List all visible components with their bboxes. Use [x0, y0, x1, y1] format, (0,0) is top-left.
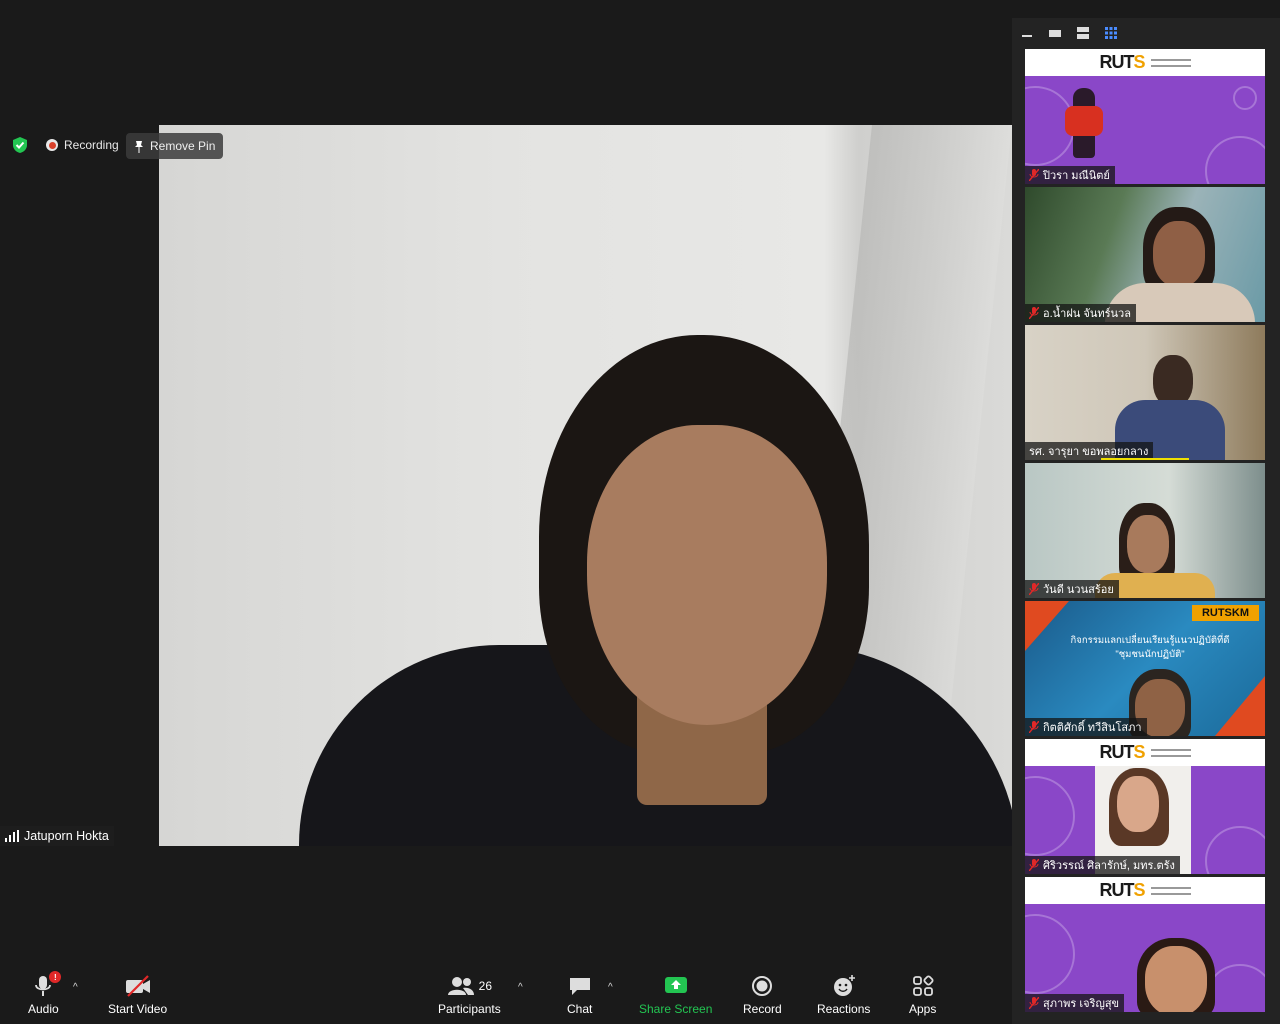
recording-icon — [46, 139, 58, 151]
participant-tile[interactable]: RUTS ศิริวรรณ์ ศิลารักษ์, มทร.ตรัง — [1025, 739, 1265, 874]
speaker-face — [587, 425, 827, 725]
rutskm-line2: "ชุมชนนักปฏิบัติ" — [1115, 649, 1185, 660]
participant-tile[interactable]: RUTSKM กิจกรรมแลกเปลี่ยนเรียนรู้แนวปฏิบั… — [1025, 601, 1265, 736]
share-screen-button[interactable]: Share Screen — [639, 974, 712, 1016]
rutskm-title: RUTSKM — [1191, 605, 1259, 621]
speaker-name: Jatuporn Hokta — [24, 829, 109, 843]
gallery-view-controls — [1020, 25, 1118, 41]
chat-icon — [568, 974, 592, 998]
participant-tile[interactable]: รศ. จารุยา ขอพลอยกลาง — [1025, 325, 1265, 460]
participants-button[interactable]: 26 Participants — [438, 974, 501, 1016]
rut-banner: RUTS — [1025, 739, 1265, 766]
recording-label: Recording — [64, 138, 119, 152]
participant-label: กิตติศักดิ์ ทวีสินโสภา — [1025, 718, 1147, 736]
audio-warning-badge: ! — [49, 971, 62, 983]
participants-icon: 26 — [447, 974, 492, 998]
chat-button[interactable]: Chat — [567, 974, 592, 1016]
microphone-icon: ! — [33, 971, 62, 998]
recording-indicator[interactable]: Recording — [38, 133, 127, 157]
apps-icon — [912, 974, 934, 998]
gallery-grid-icon[interactable] — [1104, 26, 1118, 40]
participant-label: สุภาพร เจริญสุข — [1025, 994, 1125, 1012]
record-button[interactable]: Record — [743, 974, 782, 1016]
ruts-logo: RUTS — [1099, 742, 1145, 762]
encryption-shield-icon[interactable] — [10, 135, 30, 155]
ruts-logo: RUTS — [1099, 52, 1145, 72]
remove-pin-button[interactable]: Remove Pin — [126, 133, 224, 159]
pinned-video[interactable] — [159, 125, 1012, 846]
pin-icon — [135, 140, 143, 153]
strip-view-icon[interactable] — [1076, 26, 1090, 40]
start-video-button[interactable]: Start Video — [108, 974, 167, 1016]
video-off-icon — [124, 974, 152, 998]
participant-label: ปิวรา มณีนิตย์ — [1025, 166, 1115, 184]
reactions-button[interactable]: Reactions — [817, 974, 870, 1016]
participant-tile[interactable]: วันดี นวนสร้อย — [1025, 463, 1265, 598]
muted-mic-icon — [1028, 858, 1040, 872]
rutskm-line1: กิจกรรมแลกเปลี่ยนเรียนรู้แนวปฏิบัติที่ดี — [1070, 635, 1230, 646]
remove-pin-label: Remove Pin — [150, 139, 216, 153]
reactions-icon — [832, 974, 856, 998]
meeting-toolbar: ! Audio ^ Start Video 26 Participants ^ … — [0, 962, 1012, 1024]
participant-tile[interactable]: อ.น้ำฝน จันทร์นวล — [1025, 187, 1265, 322]
muted-mic-icon — [1028, 582, 1040, 596]
speaker-view-icon[interactable] — [1048, 26, 1062, 40]
meeting-stage: Recording Remove Pin Jatuporn Hokta — [0, 0, 1012, 962]
rut-banner: RUTS — [1025, 877, 1265, 904]
muted-mic-icon — [1028, 168, 1040, 182]
muted-mic-icon — [1028, 720, 1040, 734]
share-screen-icon — [664, 974, 688, 998]
participant-tile[interactable]: RUTS ปิวรา มณีนิตย์ — [1025, 49, 1265, 184]
participant-label: วันดี นวนสร้อย — [1025, 580, 1119, 598]
speaker-name-tag: Jatuporn Hokta — [0, 826, 114, 846]
record-icon — [751, 974, 773, 998]
participant-tile[interactable]: RUTS สุภาพร เจริญสุข — [1025, 877, 1265, 1012]
chat-options-caret[interactable]: ^ — [608, 982, 613, 993]
rut-banner: RUTS — [1025, 49, 1265, 76]
participant-label: อ.น้ำฝน จันทร์นวล — [1025, 304, 1136, 322]
connection-signal-icon — [5, 830, 19, 842]
audio-button[interactable]: ! Audio — [28, 971, 62, 1016]
participant-label: ศิริวรรณ์ ศิลารักษ์, มทร.ตรัง — [1025, 856, 1180, 874]
ruts-logo: RUTS — [1099, 880, 1145, 900]
gallery-panel: RUTS ปิวรา มณีนิตย์ อ.น้ำฝน จันทร์นวล รศ… — [1012, 18, 1280, 1024]
muted-mic-icon — [1028, 996, 1040, 1010]
participants-count: 26 — [478, 979, 493, 993]
muted-mic-icon — [1028, 306, 1040, 320]
minimize-icon[interactable] — [1020, 26, 1034, 40]
active-speaker-indicator — [1101, 458, 1189, 460]
participants-options-caret[interactable]: ^ — [518, 982, 523, 993]
apps-button[interactable]: Apps — [909, 974, 936, 1016]
audio-options-caret[interactable]: ^ — [73, 982, 78, 993]
